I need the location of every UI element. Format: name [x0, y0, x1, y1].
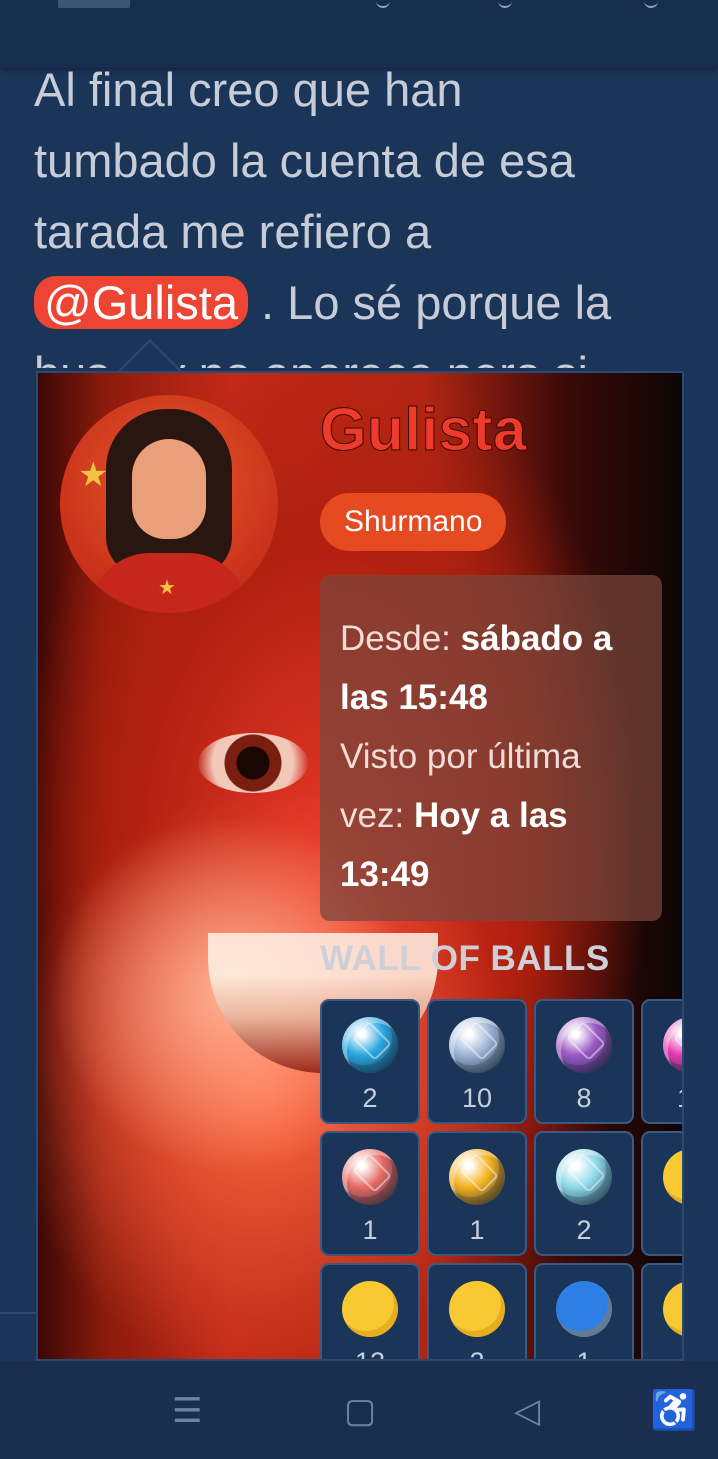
user-info-box: Desde: sábado a las 15:48 Visto por últi…: [320, 575, 662, 921]
red-gem-icon: [342, 1149, 398, 1205]
recent-apps-icon[interactable]: ☰: [172, 1391, 202, 1431]
divider: [0, 1312, 36, 1314]
profile-username[interactable]: Gulista: [320, 395, 527, 464]
silver-gem-icon: [449, 1017, 505, 1073]
wall-item-count: 8: [576, 1083, 592, 1113]
wall-item[interactable]: 1: [534, 1263, 634, 1359]
thumbs-up-emoji-icon: [556, 1281, 612, 1337]
wall-item-count: 1: [576, 1347, 591, 1359]
user-profile-popover[interactable]: ★ ★ Gulista Shurmano Desde: sábado a las…: [36, 371, 684, 1361]
topbar-fragment: [644, 0, 658, 8]
post-line: tumbado la cuenta de esa: [34, 134, 575, 187]
avatar[interactable]: ★ ★: [60, 395, 278, 613]
topbar-fragment: [376, 0, 390, 8]
pink-gem-icon: [663, 1017, 682, 1073]
rofl-emoji-icon: [342, 1281, 398, 1337]
wall-item[interactable]: 1: [320, 1131, 420, 1256]
back-icon[interactable]: ◁: [514, 1391, 540, 1431]
star-icon: ★: [78, 456, 109, 494]
system-navigation-bar: ☰ ▢ ◁ ♿: [0, 1361, 718, 1459]
wall-item[interactable]: 12: [320, 1263, 420, 1359]
wall-item-count: 10: [461, 1083, 493, 1113]
post-line: . Lo sé porque la: [248, 276, 612, 329]
wall-item-count: 2: [469, 1347, 484, 1359]
astonished-emoji-icon: [449, 1281, 505, 1337]
wall-item-count: 1: [469, 1215, 485, 1245]
since-label: Desde:: [340, 619, 451, 658]
wall-grid: 210811112212215: [320, 999, 684, 1361]
wall-item[interactable]: 2: [427, 1263, 527, 1359]
wall-item[interactable]: 10: [427, 999, 527, 1124]
wall-item-count: 5: [683, 1347, 684, 1361]
topbar-chip[interactable]: [58, 0, 130, 8]
wall-item[interactable]: 2: [534, 1131, 634, 1256]
wall-item[interactable]: 2: [320, 999, 420, 1124]
confused-emoji-icon: [663, 1281, 682, 1337]
post-line: Al final creo que han: [34, 63, 463, 116]
wall-item-count: 2: [576, 1215, 592, 1245]
wall-item-count: 2: [683, 1215, 684, 1246]
post-line: tarada me refiero a: [34, 205, 432, 258]
post-body: Al final creo que han tumbado la cuenta …: [34, 54, 684, 368]
wall-item[interactable]: 5: [641, 1263, 684, 1361]
star-icon: ★: [158, 577, 176, 599]
diamond-icon: [556, 1149, 612, 1205]
wall-item-count: 12: [355, 1347, 385, 1359]
wall-item-count: 11: [677, 1083, 682, 1114]
user-role-badge: Shurmano: [320, 493, 507, 551]
wall-item[interactable]: 8: [534, 999, 634, 1124]
wall-item-count: 1: [362, 1215, 378, 1245]
heart-eyes-emoji-icon: [663, 1149, 682, 1205]
home-icon[interactable]: ▢: [344, 1391, 376, 1431]
wall-title: WALL OF BALLS: [320, 939, 610, 978]
gold-gem-icon: [449, 1149, 505, 1205]
purple-gem-icon: [556, 1017, 612, 1073]
wall-item[interactable]: 1: [427, 1131, 527, 1256]
wall-item-count: 2: [362, 1083, 378, 1113]
blue-gem-icon: [342, 1017, 398, 1073]
accessibility-icon[interactable]: ♿: [650, 1391, 697, 1431]
topbar-fragment: [498, 0, 512, 8]
user-mention-link[interactable]: @Gulista: [34, 276, 248, 329]
wall-item[interactable]: 11: [641, 999, 682, 1124]
wall-item[interactable]: 2: [641, 1131, 684, 1256]
